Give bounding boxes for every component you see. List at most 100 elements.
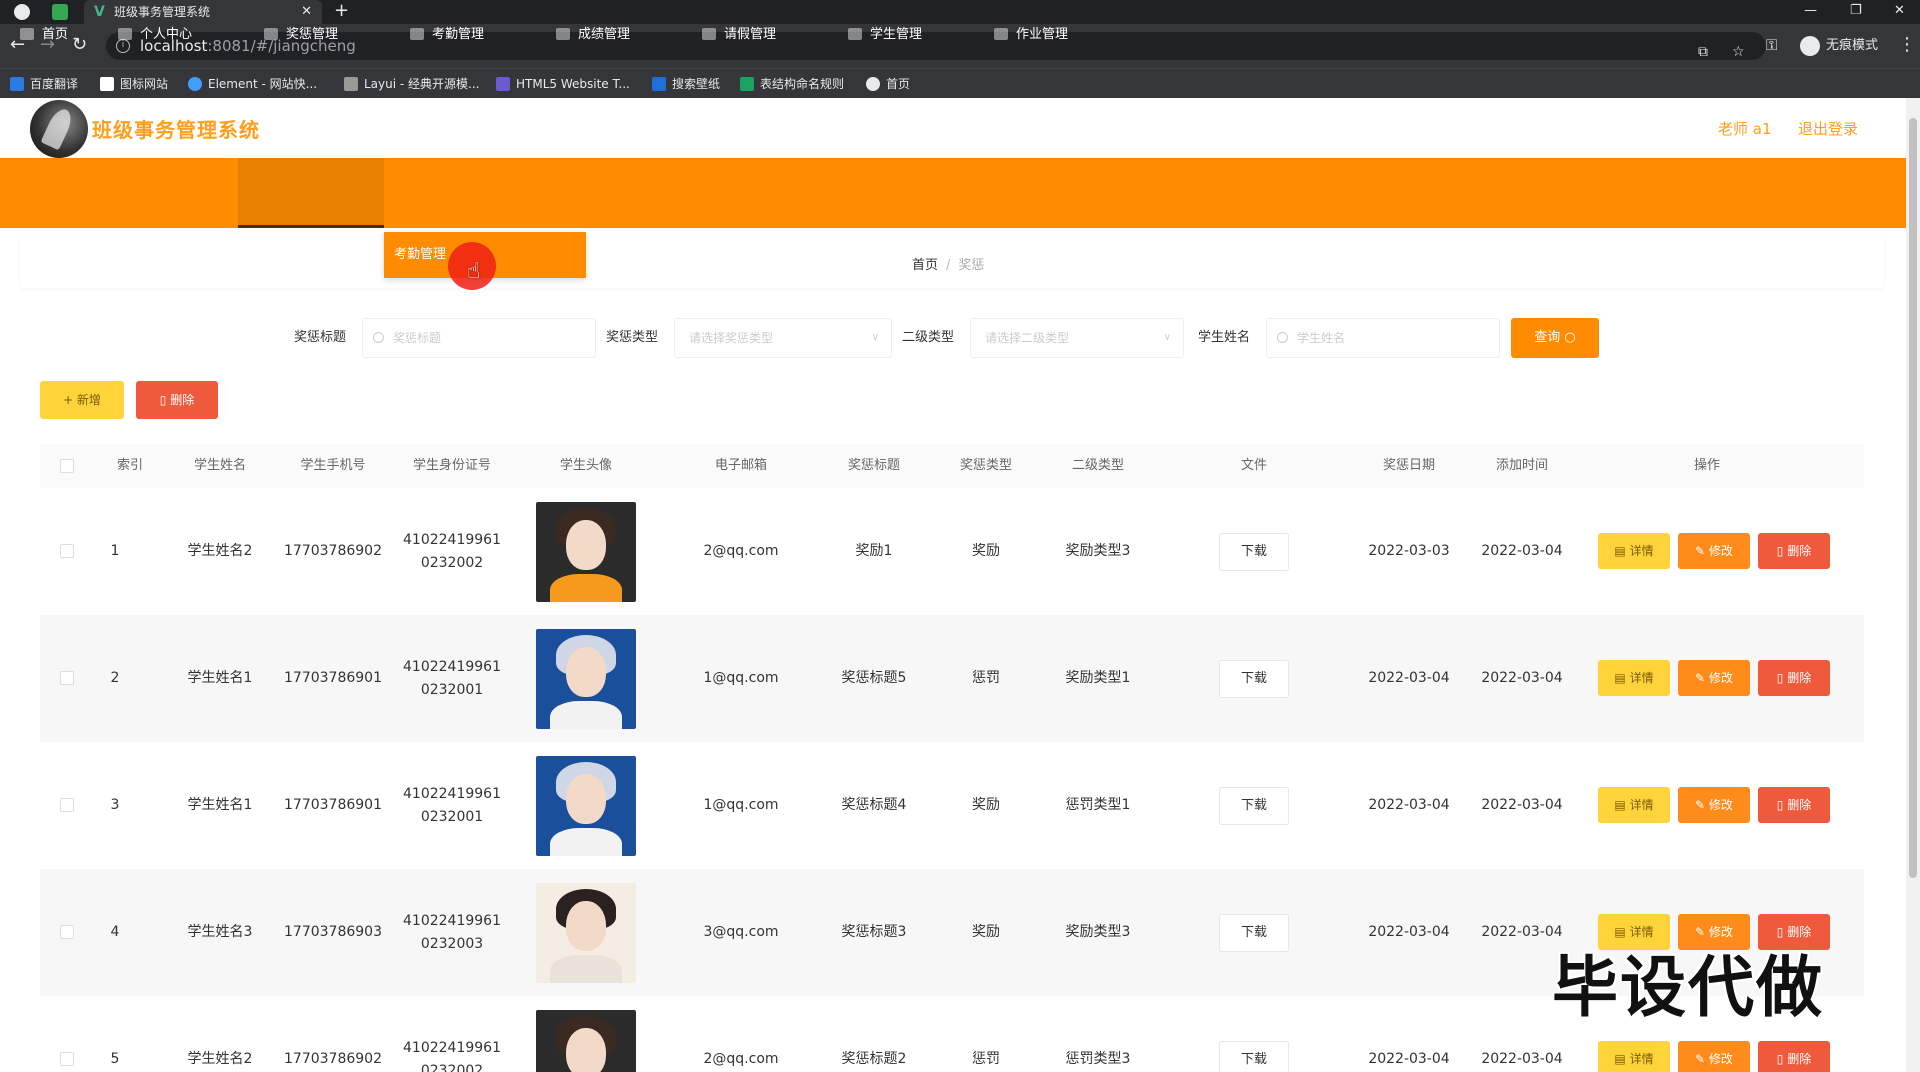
- bookmark-item[interactable]: Layui - 经典开源模...: [344, 69, 479, 99]
- trash-icon: ▯: [1776, 544, 1788, 558]
- layui-icon: [344, 76, 358, 91]
- student-avatar[interactable]: [536, 501, 636, 602]
- delete-button[interactable]: ▯ 删除: [1758, 787, 1830, 823]
- download-button[interactable]: 下载: [1219, 913, 1289, 952]
- breadcrumb-separator: /: [946, 258, 951, 273]
- type-label: 奖惩类型: [606, 330, 659, 345]
- query-button[interactable]: 查询 ○: [1511, 318, 1599, 358]
- cell-type: 奖励: [972, 924, 1000, 940]
- name-search-input[interactable]: 学生姓名: [1266, 318, 1500, 358]
- vue-icon: V: [94, 4, 105, 20]
- download-button[interactable]: 下载: [1219, 532, 1289, 571]
- bookmark-item[interactable]: 图标网站: [100, 69, 168, 99]
- row-checkbox[interactable]: [60, 925, 74, 939]
- download-button[interactable]: 下载: [1219, 786, 1289, 825]
- nav-attendance[interactable]: 考勤管理: [410, 0, 484, 70]
- select-all-checkbox[interactable]: [60, 459, 74, 473]
- detail-button[interactable]: ▤ 详情: [1598, 533, 1670, 569]
- detail-button[interactable]: ▤ 详情: [1598, 660, 1670, 696]
- col-file: 文件: [1240, 458, 1267, 473]
- delete-button[interactable]: ▯ 删除: [1758, 660, 1830, 696]
- student-avatar[interactable]: [536, 1009, 636, 1072]
- bookmark-item[interactable]: 搜索壁纸: [652, 69, 720, 99]
- minimize-icon[interactable]: —: [1804, 0, 1817, 22]
- nav-home[interactable]: 首页: [20, 0, 68, 70]
- title-search-input[interactable]: 奖惩标题: [362, 318, 596, 358]
- row-checkbox[interactable]: [60, 1052, 74, 1066]
- row-checkbox[interactable]: [60, 671, 74, 685]
- col-subtype: 二级类型: [1071, 458, 1124, 473]
- cell-email: 1@qq.com: [703, 797, 779, 813]
- translate-icon[interactable]: ⧉: [1698, 38, 1708, 66]
- breadcrumb: 首页 / 奖惩: [912, 254, 984, 273]
- key-icon[interactable]: ⚿: [1766, 34, 1777, 56]
- table-row: 3 学生姓名1 17703786901 41022419961 0232001 1@qq.…: [40, 742, 1864, 869]
- edit-button[interactable]: ✎ 修改: [1678, 1041, 1750, 1072]
- batch-delete-button[interactable]: ▯ 删除: [136, 381, 218, 419]
- student-avatar[interactable]: [536, 755, 636, 856]
- breadcrumb-current: 奖惩: [958, 258, 985, 273]
- nav-leave[interactable]: 请假管理: [702, 0, 776, 70]
- flag-icon: [100, 76, 114, 91]
- edit-button[interactable]: ✎ 修改: [1678, 660, 1750, 696]
- edit-button[interactable]: ✎ 修改: [1678, 787, 1750, 823]
- star-icon[interactable]: ☆: [1732, 38, 1745, 66]
- col-added: 添加时间: [1495, 458, 1548, 473]
- nav-homework[interactable]: 作业管理: [994, 0, 1068, 70]
- url-input[interactable]: i localhost:8081/#/jiangcheng ⧉ ☆: [106, 32, 1766, 60]
- detail-button[interactable]: ▤ 详情: [1598, 1041, 1670, 1072]
- breadcrumb-home[interactable]: 首页: [912, 258, 938, 273]
- window-close-icon[interactable]: ✕: [1894, 0, 1905, 22]
- cell-title: 奖惩标题3: [841, 924, 907, 940]
- delete-button[interactable]: ▯ 删除: [1758, 533, 1830, 569]
- edit-button[interactable]: ✎ 修改: [1678, 533, 1750, 569]
- incognito-icon: [1800, 35, 1820, 56]
- download-button[interactable]: 下载: [1219, 1040, 1289, 1072]
- book-icon: [994, 27, 1008, 40]
- cell-added: 2022-03-04: [1481, 797, 1563, 813]
- nav-profile[interactable]: 个人中心: [118, 0, 192, 70]
- reload-icon[interactable]: ↻: [72, 34, 87, 56]
- incognito-indicator[interactable]: 无痕模式: [1800, 34, 1878, 58]
- bookmark-item[interactable]: 首页: [866, 69, 910, 99]
- cell-type: 惩罚: [972, 1051, 1000, 1067]
- html5-icon: [496, 76, 510, 91]
- chevron-down-icon: ∨: [1163, 332, 1171, 343]
- scroll-thumb[interactable]: [1909, 118, 1917, 878]
- row-checkbox[interactable]: [60, 544, 74, 558]
- subtype-label: 二级类型: [902, 330, 955, 345]
- menu-icon[interactable]: ⋮: [1898, 34, 1916, 56]
- nav-students[interactable]: 学生管理: [848, 0, 922, 70]
- col-type: 奖惩类型: [959, 458, 1012, 473]
- delete-button[interactable]: ▯ 删除: [1758, 1041, 1830, 1072]
- row-checkbox[interactable]: [60, 798, 74, 812]
- cell-phone: 17703786902: [284, 543, 382, 559]
- name-label: 学生姓名: [1198, 330, 1251, 345]
- bookmark-item[interactable]: 百度翻译: [10, 69, 78, 99]
- cell-subtype: 奖励类型3: [1065, 543, 1131, 559]
- download-button[interactable]: 下载: [1219, 659, 1289, 698]
- student-avatar[interactable]: [536, 882, 636, 983]
- student-avatar[interactable]: [536, 628, 636, 729]
- cell-name: 学生姓名2: [187, 543, 253, 559]
- nav-rewards[interactable]: 奖惩管理: [264, 0, 338, 70]
- hand-cursor-icon: ☝: [467, 259, 481, 284]
- app-header: 班级事务管理系统 老师 a1 退出登录: [0, 98, 1906, 158]
- restore-icon[interactable]: ❐: [1850, 0, 1862, 22]
- bookmark-item[interactable]: HTML5 Website T...: [496, 69, 630, 99]
- logo-icon: [30, 100, 88, 158]
- cell-added: 2022-03-04: [1481, 670, 1563, 686]
- cell-phone: 17703786901: [284, 670, 382, 686]
- add-button[interactable]: + 新增: [40, 381, 124, 419]
- nav-grades[interactable]: 成绩管理: [556, 0, 630, 70]
- type-select[interactable]: 请选择奖惩类型 ∨: [674, 318, 892, 358]
- user-label[interactable]: 老师 a1: [1718, 118, 1772, 139]
- logout-link[interactable]: 退出登录: [1798, 118, 1858, 139]
- subtype-select[interactable]: 请选择二级类型 ∨: [970, 318, 1184, 358]
- page-scrollbar[interactable]: [1906, 98, 1920, 1072]
- bookmark-item[interactable]: 表结构命名规则: [740, 69, 844, 99]
- detail-button[interactable]: ▤ 详情: [1598, 787, 1670, 823]
- title-label: 奖惩标题: [294, 330, 347, 345]
- detail-icon: ▤: [1614, 798, 1630, 812]
- bookmark-item[interactable]: Element - 网站快...: [188, 69, 317, 99]
